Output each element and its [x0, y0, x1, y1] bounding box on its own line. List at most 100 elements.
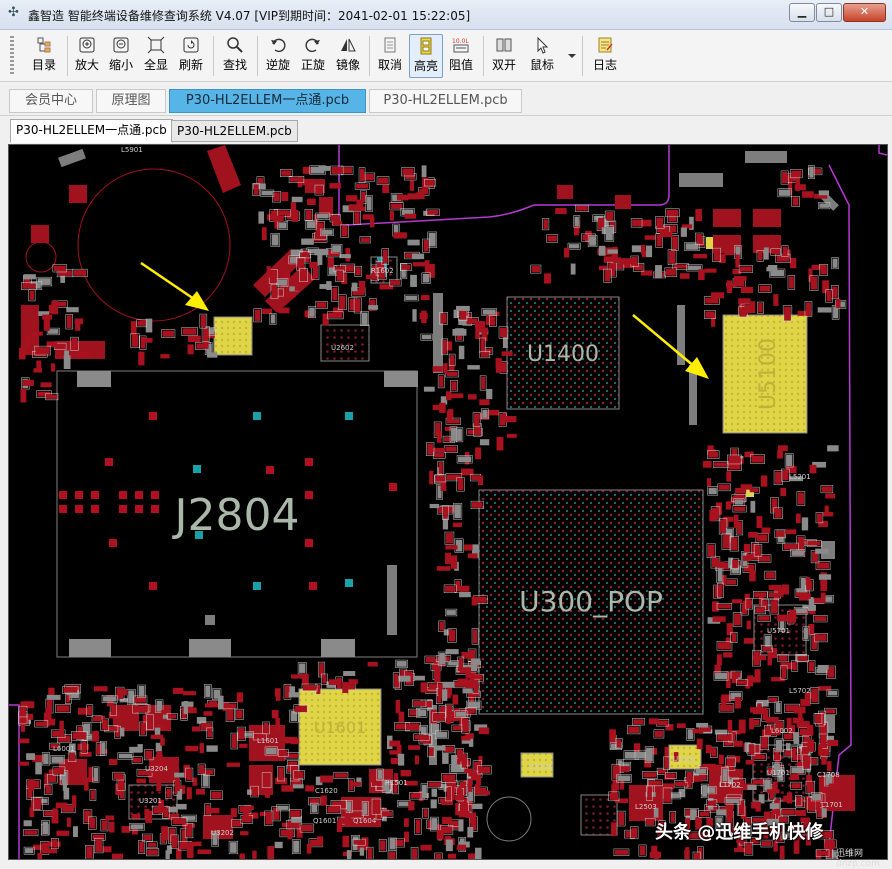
mirror-button[interactable]: 镜像	[331, 34, 365, 78]
passive-component	[769, 599, 780, 615]
passive-component	[712, 616, 726, 622]
cancel-button[interactable]: 取消	[373, 34, 407, 78]
passive-component	[185, 745, 199, 752]
maximize-button[interactable]: □	[816, 3, 842, 22]
passive-component	[694, 767, 708, 775]
passive-component	[133, 695, 148, 704]
passive-component	[291, 839, 301, 854]
passive-component	[290, 674, 303, 679]
passive-component	[427, 781, 443, 789]
passive-component	[180, 828, 188, 845]
passive-component	[732, 505, 747, 513]
mouse-button[interactable]: 鼠标	[525, 34, 559, 78]
passive-component	[329, 183, 342, 189]
passive-component	[270, 284, 279, 299]
passive-component	[376, 768, 384, 781]
passive-component	[368, 305, 379, 310]
highlight-button[interactable]: 高亮	[409, 34, 443, 78]
passive-component	[707, 450, 720, 459]
passive-component	[451, 711, 456, 722]
resistance-button[interactable]: 10.0L 阻值	[444, 34, 478, 78]
passive-component	[659, 787, 665, 799]
passive-component	[260, 189, 275, 197]
tab-pcb-one-click[interactable]: P30-HL2ELLEM一点通.pcb	[169, 89, 366, 113]
passive-component	[403, 818, 409, 827]
svg-text:R1602: R1602	[371, 267, 394, 275]
passive-component	[458, 318, 467, 326]
passive-component	[821, 808, 827, 818]
passive-component	[743, 555, 752, 561]
passive-component	[704, 268, 717, 273]
minimize-button[interactable]: ▁	[789, 3, 815, 22]
passive-component	[93, 838, 104, 854]
passive-component	[360, 311, 369, 326]
passive-component	[23, 846, 35, 855]
toolbar-grip[interactable]	[10, 36, 14, 76]
app-icon: ✣	[8, 5, 19, 20]
tab-pcb[interactable]: P30-HL2ELLEM.pcb	[369, 89, 522, 113]
passive-component	[395, 700, 401, 714]
passive-component	[218, 695, 224, 710]
fit-all-button[interactable]: 全显	[139, 34, 173, 78]
passive-component	[727, 454, 742, 465]
passive-component	[267, 846, 275, 859]
passive-component	[423, 386, 435, 392]
zoom-in-button[interactable]: 放大	[70, 34, 104, 78]
passive-component	[477, 765, 492, 775]
passive-component	[805, 577, 811, 586]
refresh-button[interactable]: 刷新	[174, 34, 208, 78]
pointer-arrow	[140, 261, 209, 311]
passive-component	[750, 454, 765, 464]
passive-component	[711, 292, 725, 299]
chip-U2602[interactable]	[320, 324, 370, 362]
doc-tab-pcb[interactable]: P30-HL2ELLEM.pcb	[171, 120, 298, 142]
zoom-out-button[interactable]: 缩小	[104, 34, 138, 78]
passive-component	[264, 810, 274, 826]
tab-member-center[interactable]: 会员中心	[9, 89, 93, 113]
passive-component	[210, 790, 223, 800]
dual-open-button[interactable]: 双开	[487, 34, 521, 78]
passive-component	[160, 737, 165, 746]
passive-component	[18, 705, 28, 718]
passive-component	[172, 687, 184, 694]
label-U1601: U1601	[314, 718, 366, 737]
mouse-dropdown[interactable]	[563, 34, 577, 78]
passive-component	[277, 749, 289, 757]
passive-component	[432, 404, 446, 411]
log-button[interactable]: 日志	[587, 34, 623, 78]
passive-component	[467, 394, 477, 400]
passive-component	[160, 354, 170, 359]
passive-component	[191, 726, 201, 732]
close-button[interactable]: ✕	[843, 3, 886, 22]
pcb-viewer[interactable]: J2804 U1400 U300_POP U5100 U1601 L5901 U…	[8, 144, 888, 860]
directory-button[interactable]: 目录	[24, 34, 64, 78]
passive-component	[695, 209, 702, 222]
passive-component	[331, 286, 339, 302]
passive-component	[365, 274, 374, 280]
passive-component	[445, 649, 459, 655]
passive-component	[427, 746, 435, 758]
passive-component	[294, 280, 300, 291]
passive-component	[751, 801, 760, 809]
passive-component	[429, 470, 434, 485]
passive-component	[780, 170, 789, 185]
rotate-ccw-button[interactable]: 逆旋	[261, 34, 295, 78]
chip-highlighted-small[interactable]	[213, 316, 253, 356]
passive-component	[767, 651, 772, 666]
search-button[interactable]: 查找	[218, 34, 252, 78]
passive-component	[450, 380, 458, 392]
passive-component	[456, 455, 473, 464]
passive-component	[461, 735, 471, 741]
passive-component	[646, 245, 653, 258]
passive-component	[261, 772, 272, 788]
rotate-cw-button[interactable]: 正旋	[296, 34, 330, 78]
pcb-board[interactable]: J2804 U1400 U300_POP U5100 U1601 L5901 U…	[9, 145, 888, 860]
passive-component	[41, 820, 50, 836]
passive-component	[706, 799, 718, 807]
passive-component	[442, 681, 455, 688]
passive-component	[763, 247, 769, 260]
passive-component	[197, 763, 206, 775]
tab-schematic[interactable]: 原理图	[96, 89, 166, 113]
passive-component	[274, 209, 291, 217]
doc-tab-pcb-one-click[interactable]: P30-HL2ELLEM一点通.pcb	[10, 119, 173, 143]
